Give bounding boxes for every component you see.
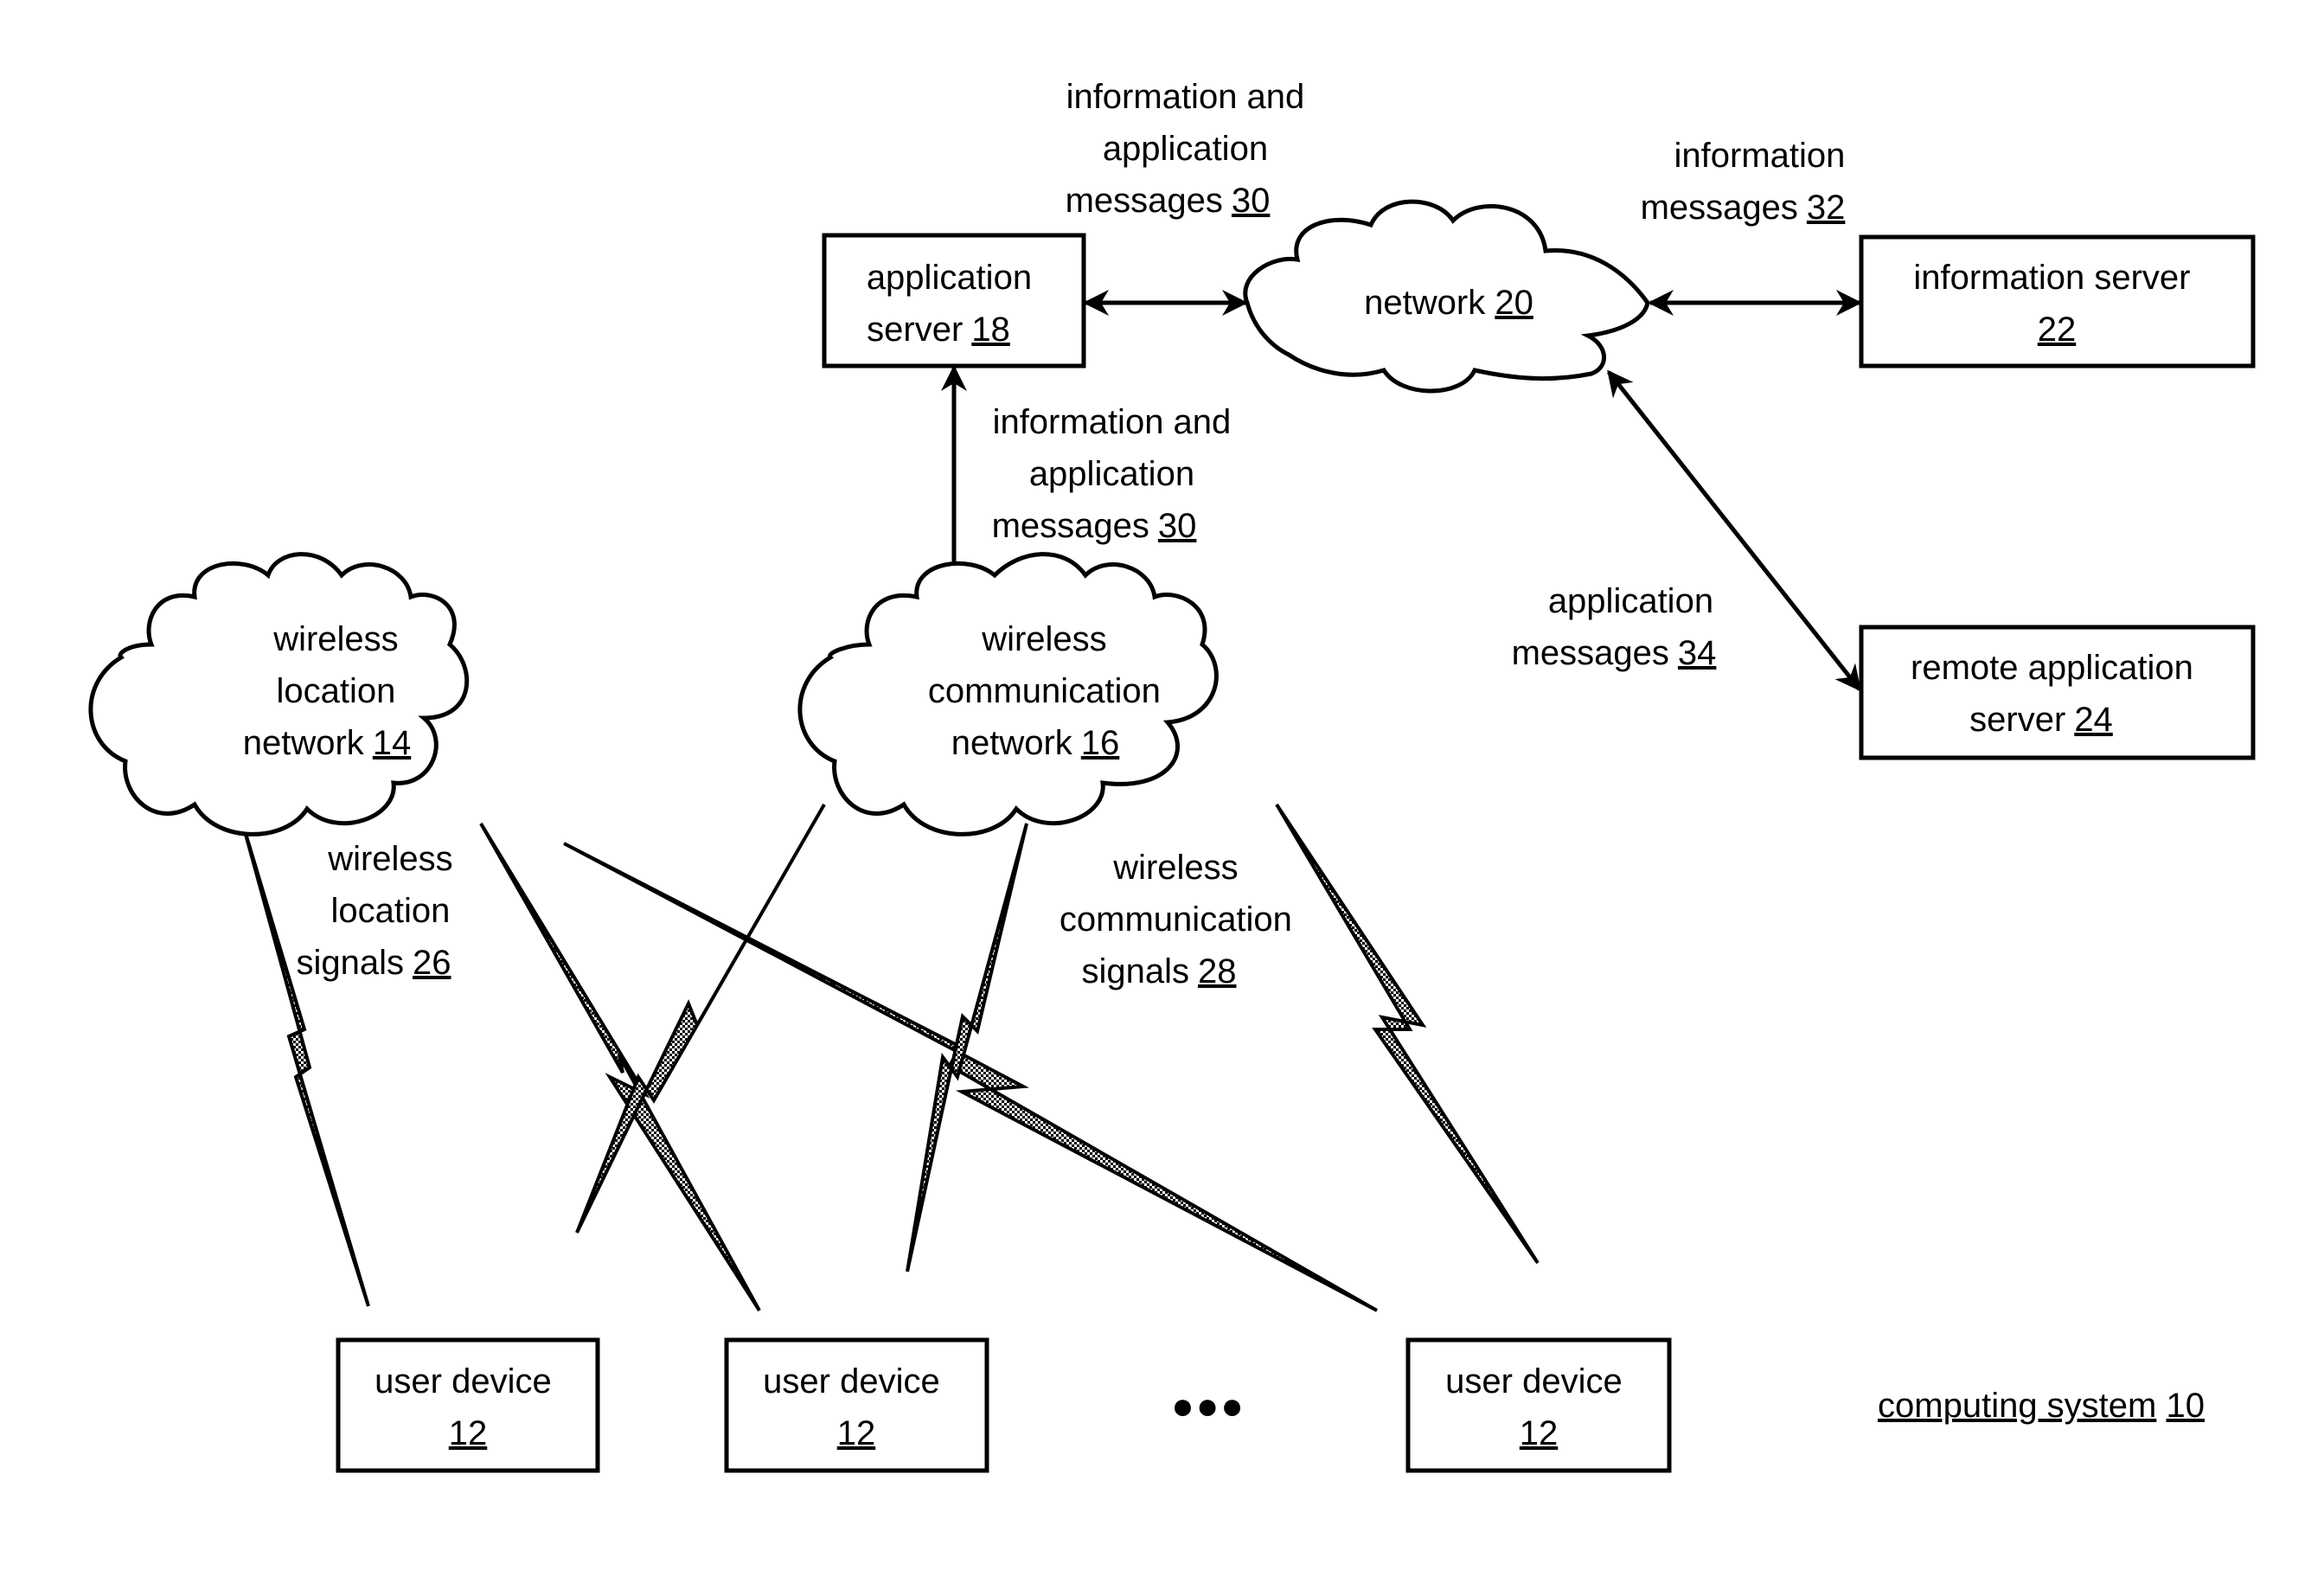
label-communication-signals-28: wireless communication signals 28 xyxy=(1060,849,1302,990)
remote-application-server-box: remote application server 24 xyxy=(1859,625,2256,760)
label-messages-34: application messages 34 xyxy=(1512,582,1724,672)
application-server-box: application server 18 xyxy=(822,233,1086,369)
ellipsis-more-devices: ●●● xyxy=(1171,1385,1245,1427)
information-server-box: information server 22 xyxy=(1859,234,2256,369)
network-label: network 20 xyxy=(1364,284,1533,322)
label-messages-30-vertical: information and application messages 30 xyxy=(992,403,1241,545)
wireless-communication-signals xyxy=(575,803,1540,1272)
wireless-location-network-cloud: wireless location network 14 xyxy=(88,552,470,836)
label-messages-30-top: information and application messages 30 xyxy=(1066,78,1315,220)
communication-signal-bolt-3 xyxy=(1275,803,1540,1265)
communication-signal-bolt-2 xyxy=(906,823,1028,1272)
location-signal-bolt-2 xyxy=(479,822,761,1312)
wireless-communication-network-cloud: wireless communication network 16 xyxy=(797,552,1219,836)
figure-caption: computing system 10 xyxy=(1878,1387,2205,1425)
user-device-box-3: user device 12 xyxy=(1405,1337,1672,1473)
user-device-box-2: user device 12 xyxy=(724,1337,989,1473)
network-cloud: network 20 xyxy=(1243,199,1650,394)
label-messages-32: information messages 32 xyxy=(1641,137,1855,227)
computing-system-diagram: network 20 wireless location network 14 w… xyxy=(88,78,2256,1473)
label-location-signals-26: wireless location signals 26 xyxy=(296,840,462,982)
user-device-box-1: user device 12 xyxy=(336,1337,600,1473)
